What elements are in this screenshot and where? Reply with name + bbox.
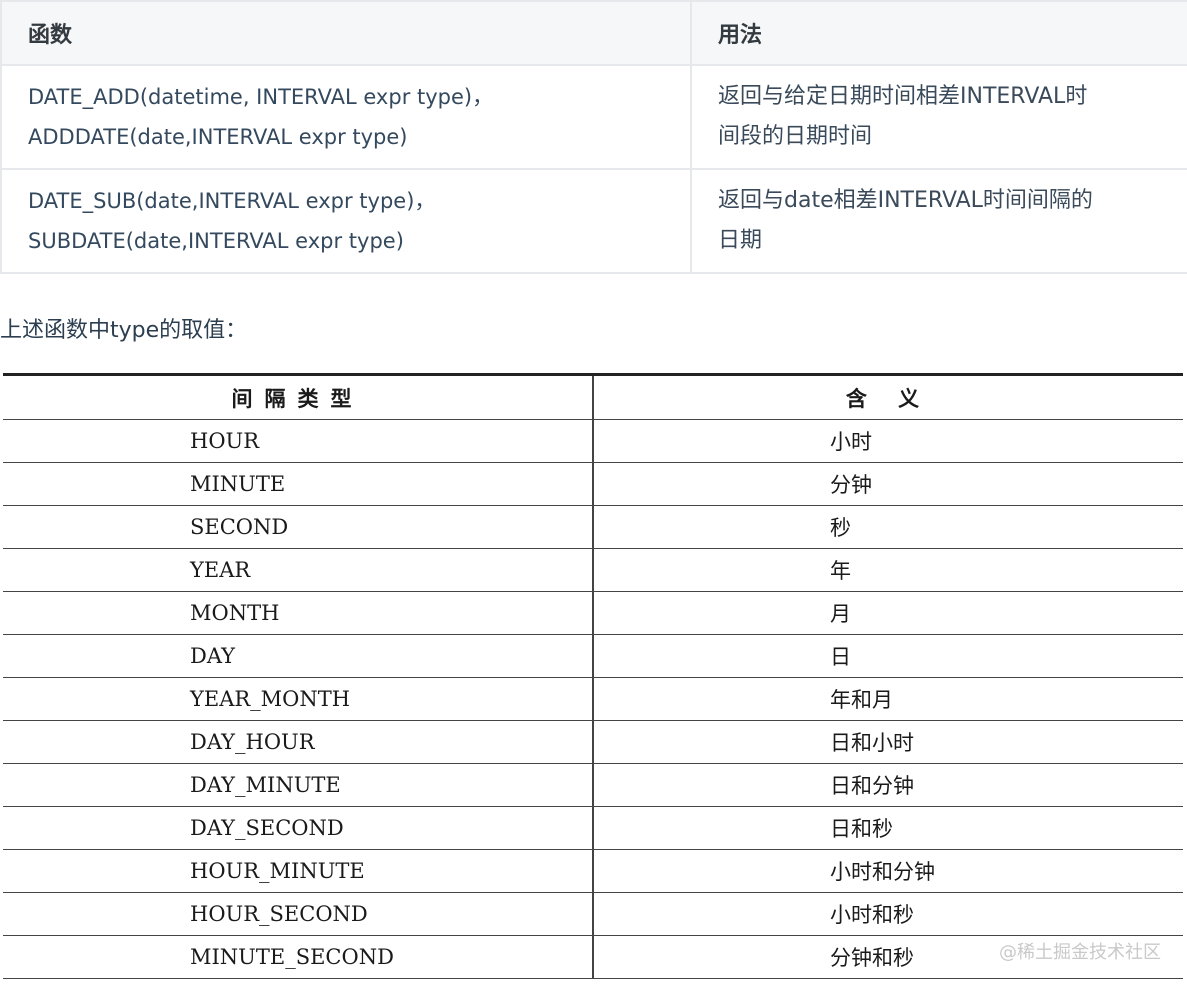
functions-table-header-row: 函数 用法 <box>0 0 1187 66</box>
function-signature: ADDDATE(date,INTERVAL expr type) <box>28 125 408 149</box>
table-row: MONTH 月 <box>3 591 1183 635</box>
interval-types-table: 间隔类型 含 义 HOUR 小时 MINUTE 分钟 SECOND 秒 YEAR 年 MONTH… <box>3 373 1183 979</box>
interval-type-cell: SECOND <box>3 505 594 549</box>
usage-cell: 返回与给定日期时间相差INTERVAL时 间段的日期时间 <box>690 64 1187 170</box>
meaning-cell: 月 <box>593 591 1183 635</box>
interval-type-cell: YEAR_MONTH <box>3 677 594 721</box>
function-cell: DATE_ADD(datetime, INTERVAL expr type)， … <box>0 64 692 170</box>
interval-type-cell: MINUTE_SECOND <box>3 935 594 979</box>
watermark: @稀土掘金技术社区 <box>999 942 1161 963</box>
function-cell: DATE_SUB(date,INTERVAL expr type)， SUBDA… <box>0 168 692 274</box>
interval-type-cell: DAY_HOUR <box>3 720 594 764</box>
table-row: DATE_ADD(datetime, INTERVAL expr type)， … <box>0 64 1187 170</box>
meaning-cell: 年 <box>593 548 1183 592</box>
intro-paragraph: 上述函数中type的取值： <box>0 318 248 343</box>
meaning-cell: 日和小时 <box>593 720 1183 764</box>
interval-type-cell: HOUR_MINUTE <box>3 849 594 893</box>
interval-type-cell: DAY <box>3 634 594 678</box>
meaning-cell: 年和月 <box>593 677 1183 721</box>
types-table-body: HOUR 小时 MINUTE 分钟 SECOND 秒 YEAR 年 MONTH 月 DAY 日 YEAR… <box>3 419 1183 979</box>
function-signature: DATE_ADD(datetime, INTERVAL expr type)， <box>28 85 494 109</box>
table-row: YEAR_MONTH 年和月 <box>3 677 1183 721</box>
meaning-cell: 日 <box>593 634 1183 678</box>
meaning-cell: 小时 <box>593 419 1183 463</box>
meaning-cell: 日和秒 <box>593 806 1183 850</box>
interval-type-cell: DAY_SECOND <box>3 806 594 850</box>
header-usage: 用法 <box>690 0 1187 66</box>
table-row: MINUTE 分钟 <box>3 462 1183 506</box>
usage-cell: 返回与date相差INTERVAL时间间隔的 日期 <box>690 168 1187 274</box>
interval-type-cell: MONTH <box>3 591 594 635</box>
interval-type-cell: YEAR <box>3 548 594 592</box>
meaning-cell: 小时和秒 <box>593 892 1183 936</box>
usage-text: 日期 <box>718 228 763 253</box>
table-row: DAY_MINUTE 日和分钟 <box>3 763 1183 807</box>
table-row: YEAR 年 <box>3 548 1183 592</box>
usage-text: 返回与date相差INTERVAL时间间隔的 <box>718 188 1093 213</box>
usage-text: 间段的日期时间 <box>718 124 873 149</box>
interval-type-cell: HOUR_SECOND <box>3 892 594 936</box>
table-row: HOUR_MINUTE 小时和分钟 <box>3 849 1183 893</box>
table-row: HOUR 小时 <box>3 419 1183 463</box>
function-signature: SUBDATE(date,INTERVAL expr type) <box>28 229 404 253</box>
header-function: 函数 <box>0 0 692 66</box>
interval-type-cell: DAY_MINUTE <box>3 763 594 807</box>
types-table-header-row: 间隔类型 含 义 <box>3 373 1183 420</box>
meaning-cell: 日和分钟 <box>593 763 1183 807</box>
meaning-cell: 小时和分钟 <box>593 849 1183 893</box>
interval-type-cell: MINUTE <box>3 462 594 506</box>
meaning-cell: 秒 <box>593 505 1183 549</box>
table-row: SECOND 秒 <box>3 505 1183 549</box>
usage-text: 返回与给定日期时间相差INTERVAL时 <box>718 84 1088 109</box>
table-row: DAY_HOUR 日和小时 <box>3 720 1183 764</box>
table-row: HOUR_SECOND 小时和秒 <box>3 892 1183 936</box>
table-row: DAY 日 <box>3 634 1183 678</box>
header-meaning: 含 义 <box>593 373 1183 420</box>
meaning-cell: 分钟 <box>593 462 1183 506</box>
interval-type-cell: HOUR <box>3 419 594 463</box>
table-row: DATE_SUB(date,INTERVAL expr type)， SUBDA… <box>0 168 1187 274</box>
functions-table: 函数 用法 DATE_ADD(datetime, INTERVAL expr t… <box>0 0 1187 274</box>
function-signature: DATE_SUB(date,INTERVAL expr type)， <box>28 189 436 213</box>
header-interval-type: 间隔类型 <box>3 373 594 420</box>
table-row: DAY_SECOND 日和秒 <box>3 806 1183 850</box>
